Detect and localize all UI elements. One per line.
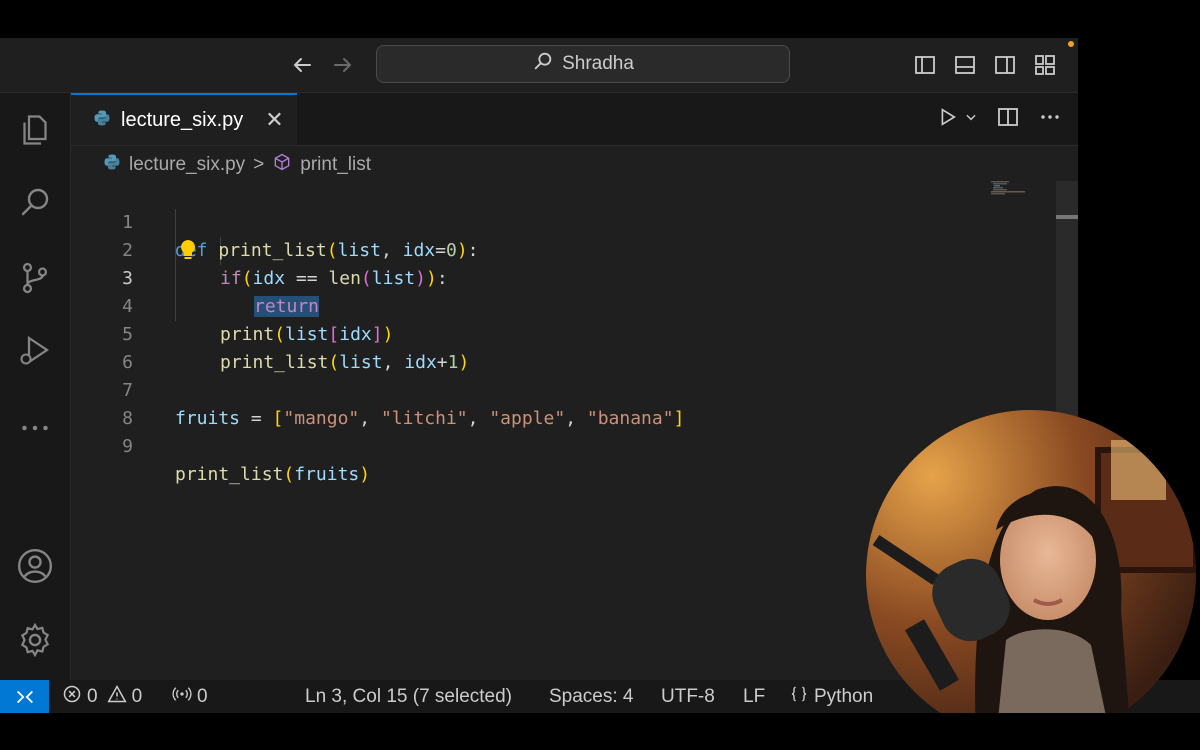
cursor-position[interactable]: Ln 3, Col 15 (7 selected) <box>305 680 512 713</box>
chevron-down-icon[interactable] <box>964 110 978 129</box>
source-control-icon[interactable] <box>14 257 56 299</box>
search-icon <box>532 50 554 78</box>
encoding-setting[interactable]: UTF-8 <box>661 680 715 713</box>
indentation-setting[interactable]: Spaces: 4 <box>549 680 634 713</box>
breadcrumb: lecture_six.py > print_list <box>103 151 371 179</box>
code-line: 9 print_list(fruits) <box>71 405 1056 485</box>
symbol-method-icon <box>272 152 292 178</box>
notification-dot <box>1068 41 1074 47</box>
code-line: 5 print_list(list, idx+1) <box>71 293 1056 373</box>
problems-indicator[interactable]: 0 0 <box>62 680 142 713</box>
warning-icon <box>106 684 127 710</box>
title-bar: Shradha <box>0 38 1078 93</box>
run-icon[interactable] <box>936 106 958 133</box>
code-line: 1 def print_list(list, idx=0): <box>71 181 1056 261</box>
breadcrumb-symbol[interactable]: print_list <box>300 154 371 176</box>
activity-bar <box>0 93 71 680</box>
code-line: 6 <box>71 321 1056 373</box>
split-editor-icon[interactable] <box>996 105 1020 134</box>
toggle-panel-icon[interactable] <box>950 50 980 80</box>
language-braces-icon <box>789 684 809 710</box>
ports-icon <box>172 684 192 710</box>
line-number: 9 <box>122 436 133 457</box>
warning-count: 0 <box>131 685 143 707</box>
tab-lecture-six[interactable]: lecture_six.py ✕ <box>71 93 297 145</box>
customize-layout-icon[interactable] <box>1030 50 1060 80</box>
close-icon[interactable]: ✕ <box>265 109 283 131</box>
language-label: Python <box>814 685 874 707</box>
breadcrumb-separator: > <box>253 154 265 175</box>
code-line: 2 if(idx == len(list)): <box>71 209 1056 289</box>
settings-gear-icon[interactable] <box>14 619 56 661</box>
account-icon[interactable] <box>14 545 56 587</box>
command-center-search[interactable]: Shradha <box>376 45 790 83</box>
code-line: 7 fruits = ["mango", "litchi", "apple", … <box>71 349 1056 429</box>
more-actions-icon[interactable] <box>1038 105 1062 134</box>
error-count: 0 <box>87 685 98 707</box>
explorer-icon[interactable] <box>14 109 56 151</box>
video-letterbox-bottom <box>0 713 1200 750</box>
back-arrow-icon[interactable] <box>287 50 317 80</box>
scroll-cursor-marker <box>1056 215 1078 219</box>
code-line: 8 <box>71 377 1056 429</box>
video-letterbox-top <box>0 0 1200 38</box>
error-icon <box>62 684 82 710</box>
python-file-icon <box>103 153 121 177</box>
eol-setting[interactable]: LF <box>743 680 765 713</box>
toggle-primary-sidebar-icon[interactable] <box>910 50 940 80</box>
ports-count: 0 <box>197 685 208 707</box>
more-icon[interactable] <box>14 407 56 449</box>
lightbulb-icon[interactable] <box>179 239 197 266</box>
run-debug-icon[interactable] <box>14 329 56 371</box>
tab-label: lecture_six.py <box>121 108 244 131</box>
forward-arrow-icon[interactable] <box>328 50 358 80</box>
python-file-icon <box>93 109 111 132</box>
search-view-icon[interactable] <box>14 181 56 223</box>
breadcrumb-file[interactable]: lecture_six.py <box>129 154 245 176</box>
code-line: 4 print(list[idx]) <box>71 265 1056 345</box>
remote-icon[interactable] <box>0 680 49 713</box>
search-text: Shradha <box>562 53 634 74</box>
language-mode[interactable]: Python <box>789 680 873 713</box>
presenter-webcam <box>866 410 1196 740</box>
toggle-secondary-sidebar-icon[interactable] <box>990 50 1020 80</box>
minimap[interactable] <box>991 181 1031 195</box>
ports-indicator[interactable]: 0 <box>172 680 208 713</box>
code-line-active: 3 return <box>71 237 1056 317</box>
tab-bar: lecture_six.py ✕ <box>71 93 1078 146</box>
